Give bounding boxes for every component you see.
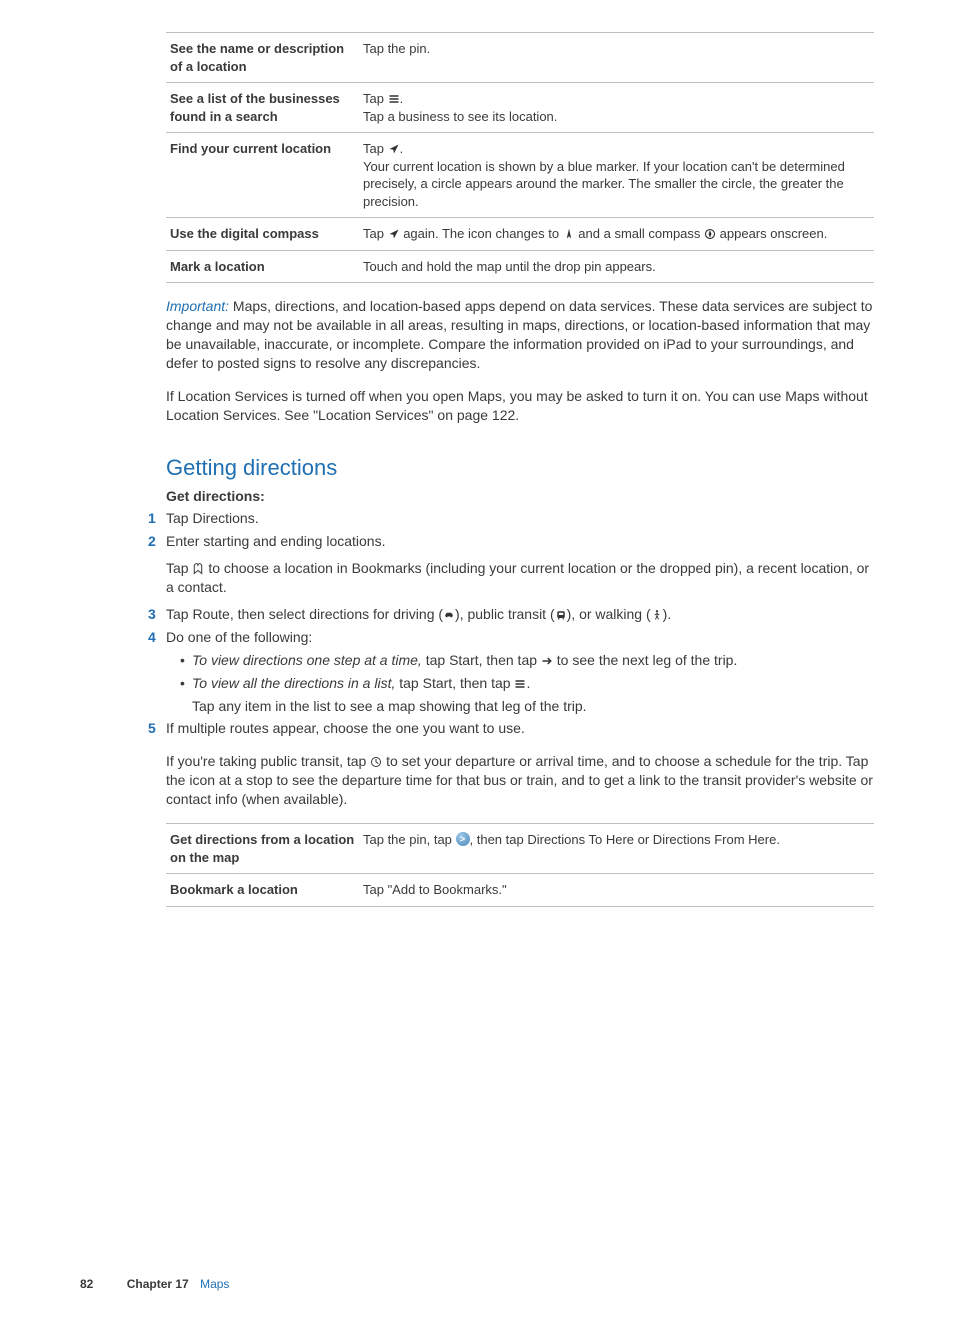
text-fragment: appears onscreen. (716, 226, 827, 241)
row-value: Touch and hold the map until the drop pi… (359, 250, 874, 283)
row-value: Tap . Tap a business to see its location… (359, 83, 874, 133)
info-disclosure-icon (456, 832, 470, 846)
location-arrow-icon (388, 228, 400, 242)
step-number: 5 (148, 719, 156, 738)
text-fragment: Tap a business to see its location. (363, 109, 557, 124)
text-fragment: If you're taking public transit, tap (166, 753, 370, 769)
steps-title: Get directions: (166, 487, 874, 506)
text-fragment: . (400, 91, 404, 106)
step-item: 2 Enter starting and ending locations. T… (148, 532, 874, 597)
list-icon (514, 678, 526, 692)
text-fragment: Tap (166, 560, 192, 576)
chapter-label: Chapter 17 (127, 1277, 189, 1291)
table-row: See a list of the businesses found in a … (166, 83, 874, 133)
row-label: Mark a location (166, 250, 359, 283)
step-item: 4 Do one of the following: To view direc… (148, 628, 874, 716)
row-value: Tap "Add to Bookmarks." (359, 874, 874, 907)
step-body: Tap to choose a location in Bookmarks (i… (166, 559, 874, 597)
text-fragment: and a small compass (575, 226, 704, 241)
text-fragment: ), public transit ( (455, 606, 555, 622)
row-value: Tap again. The icon changes to and a sma… (359, 218, 874, 251)
list-icon (388, 93, 400, 107)
text-fragment: . (400, 141, 404, 156)
table-row: Mark a location Touch and hold the map u… (166, 250, 874, 283)
text-fragment: Maps, directions, and location-based app… (166, 298, 872, 371)
text-fragment: Your current location is shown by a blue… (363, 158, 870, 211)
bullet-label: To view directions one step at a time, (192, 652, 426, 668)
table-row: See the name or description of a locatio… (166, 33, 874, 83)
text-fragment: Tap (363, 226, 388, 241)
text-fragment: tap Start, then tap (426, 652, 541, 668)
step-item: 3 Tap Route, then select directions for … (148, 605, 874, 624)
row-value: Tap . Your current location is shown by … (359, 133, 874, 218)
text-fragment: Tap the pin, tap (363, 832, 456, 847)
text-fragment: to see the next leg of the trip. (553, 652, 737, 668)
text-fragment: again. The icon changes to (400, 226, 563, 241)
chapter-title: Maps (200, 1277, 229, 1291)
text-fragment: ). (663, 606, 672, 622)
section-heading: Getting directions (166, 453, 874, 483)
row-value: Tap the pin, tap , then tap Directions T… (359, 823, 874, 873)
table-row: Get directions from a location on the ma… (166, 823, 874, 873)
page-footer: 82 Chapter 17 Maps (80, 1276, 229, 1292)
row-label: See the name or description of a locatio… (166, 33, 359, 83)
step-number: 2 (148, 532, 156, 551)
step-number: 4 (148, 628, 156, 647)
important-label: Important: (166, 298, 233, 314)
row-label: Use the digital compass (166, 218, 359, 251)
step-text: Tap Directions. (166, 510, 259, 526)
step-number: 3 (148, 605, 156, 624)
text-fragment: Tap (363, 141, 388, 156)
body-paragraph: If Location Services is turned off when … (166, 387, 874, 425)
sub-bullets: To view directions one step at a time, t… (180, 651, 874, 716)
text-fragment: , then tap Directions To Here or Directi… (470, 832, 780, 847)
row-label: Get directions from a location on the ma… (166, 823, 359, 873)
walk-icon (651, 609, 663, 623)
step-text: Enter starting and ending locations. (166, 533, 385, 549)
steps-list: 1 Tap Directions. 2 Enter starting and e… (148, 509, 874, 738)
text-fragment: tap Start, then tap (399, 675, 514, 691)
text-fragment: Tap (363, 91, 388, 106)
step-number: 1 (148, 509, 156, 528)
important-paragraph: Important: Maps, directions, and locatio… (166, 297, 874, 373)
arrow-right-icon (541, 655, 553, 669)
table-row: Use the digital compass Tap again. The i… (166, 218, 874, 251)
bookmark-icon (192, 563, 204, 577)
info-table-1: See the name or description of a locatio… (166, 32, 874, 283)
step-item: 5 If multiple routes appear, choose the … (148, 719, 874, 738)
compass-arrow-icon (563, 228, 575, 242)
bus-icon (555, 609, 567, 623)
compass-icon (704, 228, 716, 242)
bullet-item: To view all the directions in a list, ta… (180, 674, 874, 716)
step-item: 1 Tap Directions. (148, 509, 874, 528)
table-row: Find your current location Tap . Your cu… (166, 133, 874, 218)
row-label: Bookmark a location (166, 874, 359, 907)
text-fragment: to choose a location in Bookmarks (inclu… (166, 560, 869, 595)
bullet-item: To view directions one step at a time, t… (180, 651, 874, 670)
step-text: Do one of the following: (166, 629, 312, 645)
car-icon (443, 609, 455, 623)
page-number: 82 (80, 1277, 93, 1291)
clock-icon (370, 756, 382, 770)
location-arrow-icon (388, 143, 400, 157)
table-row: Bookmark a location Tap "Add to Bookmark… (166, 874, 874, 907)
info-table-2: Get directions from a location on the ma… (166, 823, 874, 907)
row-label: Find your current location (166, 133, 359, 218)
text-fragment: Tap Route, then select directions for dr… (166, 606, 443, 622)
text-fragment: ), or walking ( (567, 606, 651, 622)
text-fragment: . (526, 675, 530, 691)
row-value: Tap the pin. (359, 33, 874, 83)
row-label: See a list of the businesses found in a … (166, 83, 359, 133)
body-paragraph: If you're taking public transit, tap to … (166, 752, 874, 809)
text-fragment: Tap any item in the list to see a map sh… (192, 697, 874, 716)
bullet-label: To view all the directions in a list, (192, 675, 399, 691)
step-text: If multiple routes appear, choose the on… (166, 720, 525, 736)
